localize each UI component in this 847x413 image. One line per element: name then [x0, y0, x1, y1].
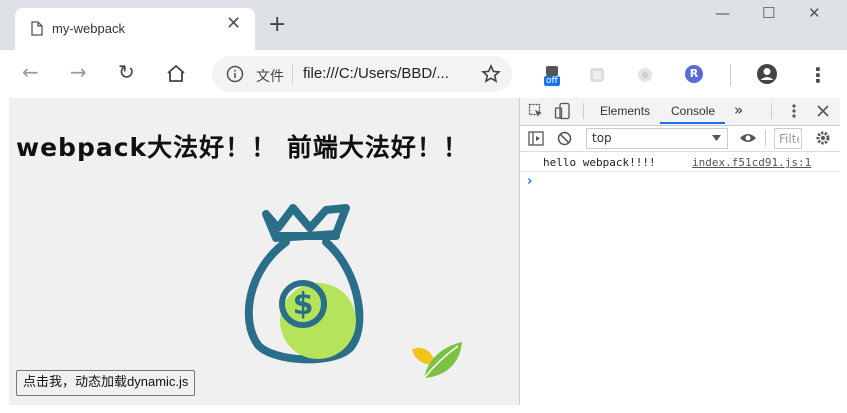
clear-console-icon[interactable]	[557, 131, 572, 146]
tab-elements[interactable]: Elements	[600, 104, 650, 118]
page-heading: webpack大法好！！ 前端大法好！！	[16, 133, 469, 162]
console-log-message: hello webpack!!!!	[543, 156, 656, 169]
left-edge	[0, 98, 9, 405]
devtools-divider-2	[771, 103, 772, 119]
device-toolbar-icon[interactable]	[554, 102, 572, 120]
extension-off-badge: off	[544, 76, 560, 86]
reload-button[interactable]: ↻	[118, 62, 135, 82]
forward-button[interactable]: →	[70, 62, 87, 82]
profile-avatar-icon[interactable]	[756, 63, 778, 85]
filter-placeholder: Filter	[779, 132, 799, 146]
extension-icon-off[interactable]: off	[542, 64, 564, 88]
sidebar-toggle-icon[interactable]	[528, 131, 544, 146]
console-divider	[765, 130, 766, 146]
bookmark-star-icon[interactable]	[481, 64, 501, 84]
tab-title: my-webpack	[52, 21, 125, 36]
extension-r-icon[interactable]: R	[685, 65, 703, 83]
home-button[interactable]	[166, 64, 186, 83]
inspect-element-icon[interactable]	[528, 103, 544, 119]
maximize-button[interactable]: ☐	[762, 6, 775, 21]
chevron-down-icon	[712, 135, 721, 141]
omnibox-divider	[292, 64, 293, 84]
document-icon	[31, 21, 43, 36]
browser-menu-button[interactable]: ⋮	[808, 63, 828, 87]
close-tab-icon[interactable]: ✕	[226, 15, 241, 33]
context-value: top	[592, 131, 612, 145]
devtools-divider	[583, 103, 584, 119]
more-tabs-button[interactable]: »	[734, 101, 743, 119]
active-tab-indicator	[660, 122, 725, 124]
load-dynamic-button[interactable]: 点击我，动态加载dynamic.js	[16, 370, 196, 396]
leaf-image	[412, 342, 462, 379]
bottom-edge	[0, 405, 847, 413]
console-prompt[interactable]: ›	[527, 174, 532, 189]
money-bag-image: $	[244, 204, 364, 364]
close-window-button[interactable]: ✕	[808, 6, 821, 21]
extension-target-icon[interactable]	[636, 66, 654, 84]
browser-tab[interactable]	[15, 8, 255, 50]
console-settings-gear-icon[interactable]	[815, 130, 831, 146]
toolbar-divider	[730, 64, 731, 86]
new-tab-button[interactable]: +	[268, 14, 286, 36]
url-text[interactable]: file:///C:/Users/BBD/...	[303, 65, 449, 82]
back-button[interactable]: ←	[22, 62, 39, 82]
devtools-menu-icon[interactable]	[791, 103, 797, 119]
log-divider	[520, 171, 840, 172]
minimize-button[interactable]: —	[715, 6, 730, 21]
devtools-close-icon[interactable]	[816, 104, 830, 118]
console-log-source-link[interactable]: index.f51cd91.js:1	[692, 156, 811, 169]
svg-text:$: $	[293, 287, 314, 322]
right-edge	[840, 98, 847, 405]
eye-icon[interactable]	[739, 132, 757, 144]
tab-console[interactable]: Console	[671, 104, 715, 118]
info-icon[interactable]	[226, 65, 244, 83]
file-label: 文件	[256, 69, 284, 85]
extension-grid-icon[interactable]	[588, 66, 606, 84]
